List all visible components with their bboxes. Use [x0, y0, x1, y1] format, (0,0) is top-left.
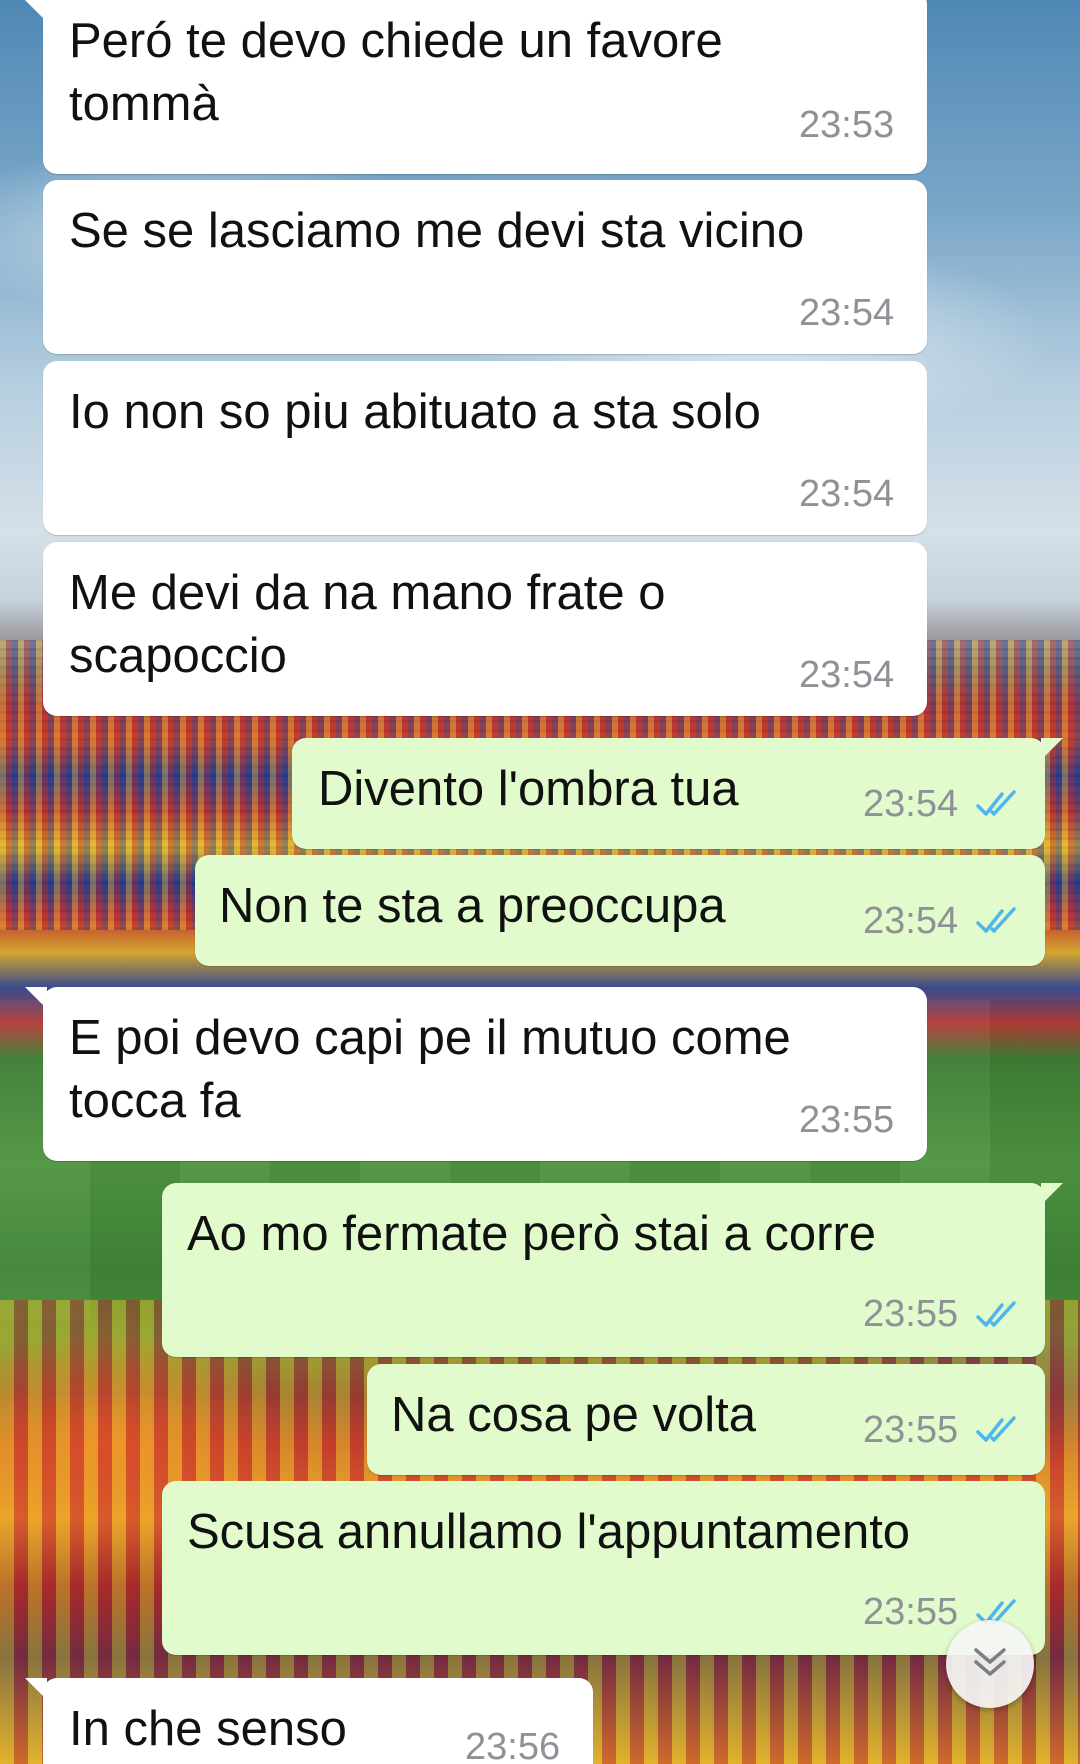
double-check-icon	[976, 1416, 1016, 1442]
message-text: Divento l'ombra tua	[318, 762, 739, 816]
message-bubble-incoming[interactable]: In che senso 23:56	[25, 1678, 593, 1764]
message-time: 23:54	[799, 654, 895, 696]
message-bubble-incoming[interactable]: E poi devo capi pe il mutuo come tocca f…	[25, 987, 927, 1161]
message-bubble-incoming[interactable]: Me devi da na mano frate o scapoccio 23:…	[43, 542, 927, 716]
message-text: Se se lasciamo me devi sta vicino	[69, 204, 805, 258]
message-bubble-outgoing[interactable]: Na cosa pe volta 23:55	[367, 1364, 1045, 1475]
bubble-tail	[25, 0, 47, 22]
double-check-icon	[976, 907, 1016, 933]
bubble-tail	[25, 987, 47, 1009]
message-time: 23:54	[863, 783, 959, 825]
message-text: Non te sta a preoccupa	[219, 879, 726, 933]
message-time: 23:55	[863, 1409, 959, 1451]
message-text: Io non so piu abituato a sta solo	[69, 385, 761, 439]
message-time: 23:53	[799, 104, 895, 146]
message-bubble-outgoing[interactable]: Scusa annullamo l'appuntamento 23:55	[162, 1481, 1045, 1655]
double-check-icon	[976, 1301, 1016, 1327]
message-bubble-incoming[interactable]: Io non so piu abituato a sta solo 23:54	[43, 361, 927, 535]
message-text: Me devi da na mano frate o scapoccio	[69, 566, 666, 683]
message-bubble-outgoing[interactable]: Ao mo fermate però stai a corre 23:55	[162, 1183, 1063, 1357]
message-bubble-incoming[interactable]: Peró te devo chiede un favore tommà 23:5…	[25, 0, 927, 174]
message-time: 23:54	[863, 900, 959, 942]
bubble-tail	[25, 1678, 47, 1700]
double-check-icon	[976, 790, 1016, 816]
message-bubble-outgoing[interactable]: Non te sta a preoccupa 23:54	[195, 855, 1045, 966]
bubble-tail	[1041, 1183, 1063, 1205]
message-text: In che senso	[69, 1702, 347, 1756]
scroll-to-bottom-button[interactable]	[946, 1620, 1034, 1708]
message-time: 23:54	[799, 473, 895, 515]
chat-message-list[interactable]: Peró te devo chiede un favore tommà 23:5…	[0, 0, 1080, 1764]
double-chevron-down-icon	[974, 1648, 1006, 1676]
message-text: Peró te devo chiede un favore tommà	[69, 14, 723, 131]
message-time: 23:54	[799, 292, 895, 334]
message-text: Na cosa pe volta	[391, 1388, 756, 1442]
message-time: 23:55	[863, 1591, 959, 1633]
message-time: 23:55	[863, 1293, 959, 1335]
message-text: E poi devo capi pe il mutuo come tocca f…	[69, 1011, 791, 1128]
message-time: 23:55	[799, 1099, 895, 1141]
bubble-tail	[1041, 738, 1063, 760]
message-bubble-incoming[interactable]: Se se lasciamo me devi sta vicino 23:54	[43, 180, 927, 354]
message-text: Scusa annullamo l'appuntamento	[187, 1505, 911, 1559]
message-text: Ao mo fermate però stai a corre	[187, 1207, 877, 1261]
message-time: 23:56	[465, 1726, 561, 1764]
message-bubble-outgoing[interactable]: Divento l'ombra tua 23:54	[292, 738, 1063, 849]
